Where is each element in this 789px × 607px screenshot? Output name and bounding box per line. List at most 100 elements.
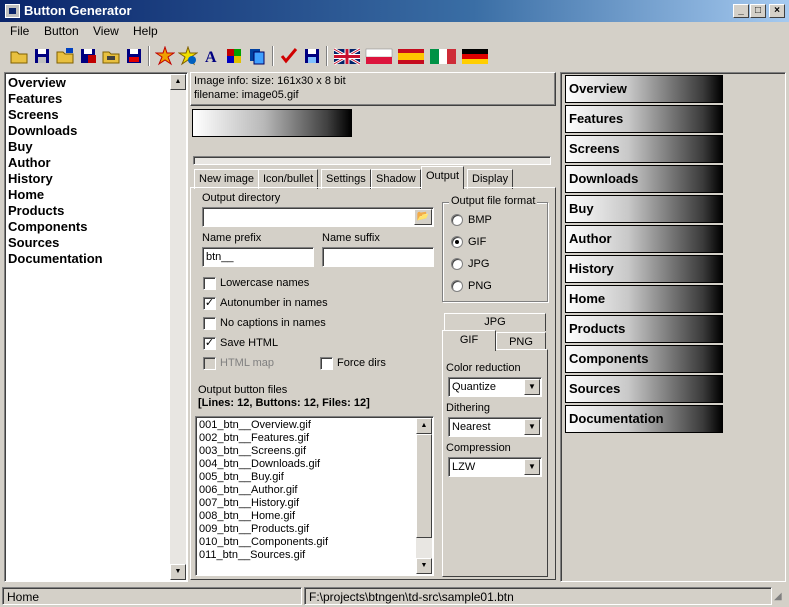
list-item[interactable]: Home	[8, 187, 44, 202]
flag-uk-icon[interactable]	[333, 46, 361, 66]
flag-germany-icon[interactable]	[461, 46, 489, 66]
generate-icon[interactable]	[155, 46, 175, 66]
autonumber-checkbox[interactable]: ✓	[203, 297, 216, 310]
save-html-checkbox[interactable]: ✓	[203, 337, 216, 350]
list-item[interactable]: Buy	[8, 139, 33, 154]
generated-button[interactable]: Home	[565, 285, 723, 313]
list-item[interactable]: Downloads	[8, 123, 77, 138]
no-captions-checkbox[interactable]	[203, 317, 216, 330]
subtab-gif[interactable]: GIF	[442, 330, 496, 351]
flag-poland-icon[interactable]	[365, 46, 393, 66]
format-gif-radio[interactable]	[451, 236, 463, 248]
list-item[interactable]: 005_btn__Buy.gif	[199, 471, 284, 483]
list-item[interactable]: Documentation	[8, 251, 103, 266]
output-dir-input[interactable]	[202, 207, 434, 227]
button-list[interactable]: Overview Features Screens Downloads Buy …	[4, 72, 188, 582]
list-item[interactable]: Products	[8, 203, 64, 218]
generated-button[interactable]: Downloads	[565, 165, 723, 193]
generated-button[interactable]: Products	[565, 315, 723, 343]
chevron-down-icon[interactable]: ▼	[524, 379, 540, 395]
menu-help[interactable]: Help	[133, 24, 158, 38]
preview-scrollbar[interactable]	[193, 156, 551, 165]
menu-file[interactable]: File	[10, 24, 29, 38]
chevron-down-icon[interactable]: ▼	[524, 459, 540, 475]
open-template-icon[interactable]	[101, 46, 121, 66]
close-button[interactable]: ×	[769, 4, 785, 18]
color-reduction-select[interactable]: Quantize ▼	[448, 377, 542, 397]
list-item[interactable]: Author	[8, 155, 51, 170]
generate-all-icon[interactable]	[178, 46, 198, 66]
maximize-button[interactable]: □	[750, 4, 766, 18]
generated-button[interactable]: Components	[565, 345, 723, 373]
html-map-checkbox[interactable]	[203, 357, 216, 370]
list-item[interactable]: Overview	[8, 75, 66, 90]
force-dirs-checkbox[interactable]	[320, 357, 333, 370]
list-item[interactable]: 011_btn__Sources.gif	[199, 549, 305, 561]
resize-grip-icon[interactable]: ◢	[774, 591, 782, 602]
list-item[interactable]: History	[8, 171, 53, 186]
lowercase-names-checkbox[interactable]	[203, 277, 216, 290]
save-template-icon[interactable]	[124, 46, 144, 66]
list-item[interactable]: 004_btn__Downloads.gif	[199, 458, 320, 470]
chevron-down-icon[interactable]: ▼	[524, 419, 540, 435]
tab-display[interactable]: Display	[467, 169, 514, 189]
files-scrollbar[interactable]: ▲ ▼	[416, 418, 432, 574]
scroll-down-button[interactable]: ▼	[170, 564, 186, 580]
save-output-icon[interactable]	[302, 46, 322, 66]
subtab-jpg[interactable]: JPG	[444, 313, 546, 331]
list-item[interactable]: 009_btn__Products.gif	[199, 523, 309, 535]
list-item[interactable]: 010_btn__Components.gif	[199, 536, 328, 548]
generated-button[interactable]: Documentation	[565, 405, 723, 433]
menu-view[interactable]: View	[93, 24, 119, 38]
format-png-radio[interactable]	[451, 280, 463, 292]
list-item[interactable]: 001_btn__Overview.gif	[199, 419, 311, 431]
generated-button[interactable]: Features	[565, 105, 723, 133]
generated-button[interactable]: Buy	[565, 195, 723, 223]
list-item[interactable]: 002_btn__Features.gif	[199, 432, 309, 444]
format-jpg-radio[interactable]	[451, 258, 463, 270]
menu-button[interactable]: Button	[44, 24, 79, 38]
font-icon[interactable]: A	[201, 46, 221, 66]
check-icon[interactable]	[279, 46, 299, 66]
name-suffix-input[interactable]	[322, 247, 434, 267]
palette-icon[interactable]	[247, 46, 267, 66]
list-item[interactable]: Screens	[8, 107, 59, 122]
tab-new-image[interactable]: New image	[194, 169, 260, 189]
list-item[interactable]: 008_btn__Home.gif	[199, 510, 295, 522]
subtab-png[interactable]: PNG	[496, 332, 546, 350]
flag-spain-icon[interactable]	[397, 46, 425, 66]
generated-button[interactable]: History	[565, 255, 723, 283]
browse-folder-icon[interactable]: 📂	[414, 209, 432, 225]
scroll-up-button[interactable]: ▲	[416, 418, 432, 434]
dithering-select[interactable]: Nearest ▼	[448, 417, 542, 437]
scroll-up-button[interactable]: ▲	[170, 74, 186, 90]
tab-shadow[interactable]: Shadow	[371, 169, 421, 189]
open-folder-icon[interactable]	[9, 46, 29, 66]
list-item[interactable]: Components	[8, 219, 87, 234]
name-prefix-input[interactable]: btn__	[202, 247, 314, 267]
generated-button[interactable]: Sources	[565, 375, 723, 403]
save-icon[interactable]	[32, 46, 52, 66]
generated-button[interactable]: Screens	[565, 135, 723, 163]
scroll-thumb[interactable]	[416, 434, 432, 538]
compression-select[interactable]: LZW ▼	[448, 457, 542, 477]
open-icon[interactable]	[55, 46, 75, 66]
list-item[interactable]: 006_btn__Author.gif	[199, 484, 297, 496]
list-scrollbar[interactable]: ▲ ▼	[170, 74, 186, 580]
format-bmp-radio[interactable]	[451, 214, 463, 226]
list-item[interactable]: 003_btn__Screens.gif	[199, 445, 306, 457]
tab-settings[interactable]: Settings	[321, 169, 371, 189]
flag-italy-icon[interactable]	[429, 46, 457, 66]
list-item[interactable]: 007_btn__History.gif	[199, 497, 299, 509]
generated-button[interactable]: Author	[565, 225, 723, 253]
list-item[interactable]: Features	[8, 91, 62, 106]
output-files-list[interactable]: 001_btn__Overview.gif 002_btn__Features.…	[195, 416, 434, 576]
tab-icon-bullet[interactable]: Icon/bullet	[258, 169, 319, 189]
colors-icon[interactable]	[224, 46, 244, 66]
scroll-down-button[interactable]: ▼	[416, 558, 432, 574]
list-item[interactable]: Sources	[8, 235, 59, 250]
generated-button[interactable]: Overview	[565, 75, 723, 103]
minimize-button[interactable]: _	[733, 4, 749, 18]
save-all-icon[interactable]	[78, 46, 98, 66]
tab-output[interactable]: Output	[421, 166, 465, 189]
